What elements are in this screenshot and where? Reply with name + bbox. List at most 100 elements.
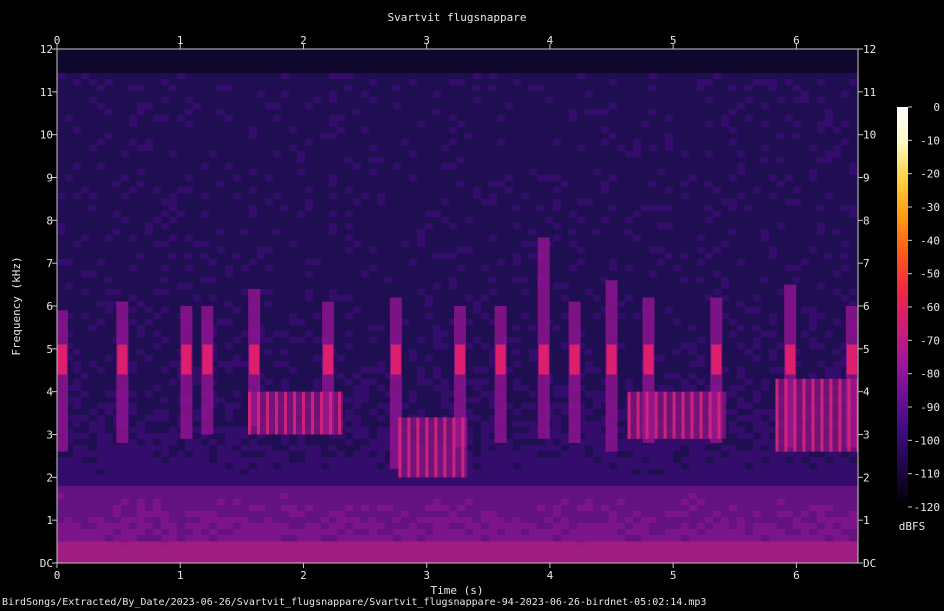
noise-cell bbox=[417, 73, 425, 79]
noise-cell bbox=[665, 127, 673, 133]
noise-cell bbox=[89, 217, 97, 223]
noise-cell bbox=[441, 169, 449, 175]
noise-cell bbox=[521, 331, 529, 337]
noise-cell bbox=[705, 67, 713, 73]
noise-cell bbox=[385, 241, 393, 247]
noise-cell bbox=[273, 181, 281, 187]
noise-cell bbox=[145, 277, 153, 283]
noise-cell bbox=[353, 91, 361, 97]
noise-cell bbox=[225, 211, 233, 217]
noise-cell bbox=[409, 337, 417, 343]
noise-cell bbox=[585, 157, 593, 163]
noise-cell bbox=[417, 217, 425, 223]
noise-cell bbox=[529, 67, 537, 73]
noise-cell bbox=[241, 277, 249, 283]
noise-cell bbox=[769, 253, 777, 259]
noise-cell bbox=[617, 169, 625, 175]
noise-cell bbox=[585, 55, 593, 61]
noise-cell bbox=[441, 331, 449, 337]
noise-cell bbox=[97, 313, 105, 319]
noise-cell bbox=[417, 313, 425, 319]
noise-cell bbox=[529, 241, 537, 247]
noise-cell bbox=[169, 109, 177, 115]
noise-cell bbox=[433, 145, 441, 151]
noise-cell bbox=[185, 217, 193, 223]
noise-cell bbox=[585, 109, 593, 115]
noise-cell bbox=[545, 85, 553, 91]
noise-cell bbox=[265, 49, 273, 55]
noise-cell bbox=[105, 325, 113, 331]
noise-cell bbox=[97, 325, 105, 331]
noise-cell bbox=[513, 217, 521, 223]
noise-cell bbox=[697, 79, 705, 85]
noise-cell bbox=[225, 127, 233, 133]
noise-cell bbox=[129, 61, 137, 67]
noise-cell bbox=[73, 211, 81, 217]
noise-cell bbox=[777, 223, 785, 229]
noise-cell bbox=[257, 109, 265, 115]
noise-cell bbox=[513, 55, 521, 61]
noise-cell bbox=[441, 217, 449, 223]
noise-cell bbox=[73, 307, 81, 313]
noise-cell bbox=[713, 205, 721, 211]
noise-cell bbox=[521, 85, 529, 91]
noise-cell bbox=[769, 145, 777, 151]
noise-cell bbox=[129, 277, 137, 283]
noise-cell bbox=[761, 55, 769, 61]
noise-cell bbox=[121, 277, 129, 283]
noise-cell bbox=[585, 259, 593, 265]
noise-cell bbox=[785, 169, 793, 175]
noise-cell bbox=[137, 79, 145, 85]
noise-cell bbox=[801, 223, 809, 229]
noise-cell bbox=[753, 313, 761, 319]
noise-cell bbox=[217, 91, 225, 97]
noise-cell bbox=[689, 319, 697, 325]
noise-cell bbox=[593, 139, 601, 145]
noise-cell bbox=[289, 295, 297, 301]
noise-cell bbox=[241, 61, 249, 67]
noise-cell bbox=[409, 79, 417, 85]
noise-cell bbox=[385, 169, 393, 175]
noise-cell bbox=[489, 229, 497, 235]
noise-cell bbox=[289, 217, 297, 223]
noise-cell bbox=[497, 109, 505, 115]
noise-cell bbox=[169, 295, 177, 301]
noise-cell bbox=[345, 247, 353, 253]
noise-cell bbox=[785, 247, 793, 253]
noise-cell bbox=[81, 97, 89, 103]
noise-cell bbox=[369, 337, 377, 343]
noise-cell bbox=[737, 181, 745, 187]
noise-cell bbox=[745, 49, 753, 55]
noise-cell bbox=[385, 205, 393, 211]
noise-cell bbox=[825, 151, 833, 157]
noise-cell bbox=[497, 289, 505, 295]
noise-cell bbox=[57, 91, 65, 97]
noise-cell bbox=[553, 187, 561, 193]
noise-cell bbox=[705, 55, 713, 61]
noise-cell bbox=[113, 283, 121, 289]
noise-cell bbox=[849, 79, 857, 85]
noise-cell bbox=[577, 121, 585, 127]
noise-cell bbox=[393, 193, 401, 199]
noise-cell bbox=[449, 193, 457, 199]
noise-cell bbox=[537, 175, 545, 181]
noise-cell bbox=[145, 169, 153, 175]
noise-cell bbox=[329, 181, 337, 187]
noise-cell bbox=[737, 223, 745, 229]
noise-cell bbox=[217, 163, 225, 169]
noise-cell bbox=[185, 145, 193, 151]
noise-cell bbox=[473, 199, 481, 205]
noise-cell bbox=[297, 97, 305, 103]
noise-cell bbox=[585, 181, 593, 187]
noise-cell bbox=[433, 235, 441, 241]
noise-cell bbox=[465, 259, 473, 265]
noise-cell bbox=[185, 73, 193, 79]
noise-cell bbox=[713, 223, 721, 229]
noise-cell bbox=[601, 79, 609, 85]
noise-cell bbox=[489, 151, 497, 157]
noise-cell bbox=[193, 343, 201, 349]
noise-cell bbox=[161, 61, 169, 67]
noise-cell bbox=[73, 223, 81, 229]
noise-cell bbox=[193, 49, 201, 55]
noise-cell bbox=[321, 235, 329, 241]
